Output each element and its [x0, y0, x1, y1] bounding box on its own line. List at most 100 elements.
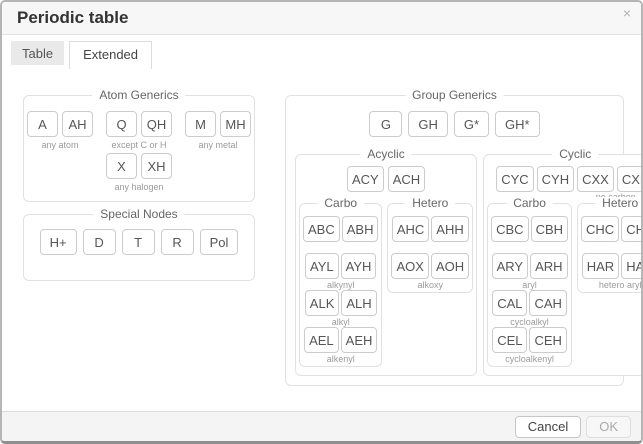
- left-column: Atom Generics A AH any atom Q QH: [23, 95, 255, 281]
- acyclic-row: ACY ACH: [299, 166, 473, 192]
- cyclic-carbo-row-3: CAL CAH cycloalkyl: [491, 290, 568, 327]
- cyclic-carbo-legend: Carbo: [506, 197, 553, 210]
- aryl-caption: aryl: [491, 280, 568, 290]
- cyclic-carbo-caption-1: [491, 243, 568, 253]
- button-arh[interactable]: ARH: [530, 253, 567, 279]
- acyclic-carbo-row-4: AEL AEH alkenyl: [303, 327, 378, 364]
- atom-generics-row-1: A AH any atom Q QH except C or H: [24, 111, 254, 150]
- acyclic-legend: Acyclic: [360, 148, 411, 161]
- group-generics-columns: Acyclic ACY ACH Carbo ABC ABH: [295, 154, 614, 376]
- button-cbh[interactable]: CBH: [531, 216, 568, 242]
- any-atom-caption: any atom: [27, 140, 93, 150]
- button-qh[interactable]: QH: [141, 111, 172, 137]
- button-cel[interactable]: CEL: [492, 327, 527, 353]
- any-metal-caption: any metal: [185, 140, 251, 150]
- button-x[interactable]: X: [106, 153, 137, 179]
- button-abc[interactable]: ABC: [303, 216, 340, 242]
- button-chh[interactable]: CHH: [621, 216, 643, 242]
- button-gh-star[interactable]: GH*: [495, 111, 540, 137]
- any-atom-pair: A AH any atom: [27, 111, 93, 150]
- button-cxh[interactable]: CXH: [617, 166, 643, 192]
- button-cxx[interactable]: CXX: [577, 166, 614, 192]
- cyclic-hetero-group: Hetero CHC CHH HAR: [577, 203, 643, 293]
- button-cal[interactable]: CAL: [492, 290, 527, 316]
- button-ael[interactable]: AEL: [304, 327, 339, 353]
- cycloalkenyl-caption: cycloalkenyl: [491, 354, 568, 364]
- atom-generics-group: Atom Generics A AH any atom Q QH: [23, 95, 255, 202]
- atom-generics-row-2: X XH any halogen: [24, 153, 254, 192]
- button-g[interactable]: G: [369, 111, 402, 137]
- dialog-content: Atom Generics A AH any atom Q QH: [2, 69, 641, 411]
- button-cbc[interactable]: CBC: [491, 216, 528, 242]
- button-a[interactable]: A: [27, 111, 58, 137]
- button-ceh[interactable]: CEH: [529, 327, 566, 353]
- button-har[interactable]: HAR: [582, 253, 619, 279]
- button-pol[interactable]: Pol: [200, 229, 239, 255]
- button-aoh[interactable]: AOH: [431, 253, 469, 279]
- cyclic-carbo-row-4: CEL CEH cycloalkenyl: [491, 327, 568, 364]
- dialog-footer: Cancel OK: [2, 411, 641, 441]
- button-cyc[interactable]: CYC: [496, 166, 533, 192]
- button-hah[interactable]: HAH: [621, 253, 643, 279]
- button-ahc[interactable]: AHC: [392, 216, 429, 242]
- cyclic-legend: Cyclic: [552, 148, 598, 161]
- button-aeh[interactable]: AEH: [341, 327, 378, 353]
- button-ayl[interactable]: AYL: [305, 253, 339, 279]
- acyclic-hetero-group: Hetero AHC AHH AOX: [387, 203, 473, 293]
- close-icon[interactable]: ×: [623, 6, 631, 20]
- button-mh[interactable]: MH: [220, 111, 251, 137]
- acyclic-hetero-row-1: AHC AHH: [391, 216, 469, 253]
- acyclic-carbo-row-3: ALK ALH alkyl: [303, 290, 378, 327]
- acyclic-carbo-caption-1: [303, 243, 378, 253]
- acyclic-hetero-legend: Hetero: [405, 197, 455, 210]
- ok-button[interactable]: OK: [586, 416, 631, 438]
- acyclic-carbo-legend: Carbo: [317, 197, 364, 210]
- button-t[interactable]: T: [122, 229, 155, 255]
- cyclic-row: CYC CYH CXX CXH: [487, 166, 643, 192]
- button-abh[interactable]: ABH: [342, 216, 379, 242]
- any-halogen-pair: X XH any halogen: [106, 153, 172, 192]
- special-nodes-row: H+ D T R Pol: [24, 229, 254, 255]
- button-cah[interactable]: CAH: [529, 290, 566, 316]
- button-h-plus[interactable]: H+: [40, 229, 77, 255]
- cyclic-sub-boxes: Carbo CBC CBH ARY: [487, 203, 643, 367]
- alkoxy-caption: alkoxy: [391, 280, 469, 290]
- acyclic-hetero-row-2: AOX AOH alkoxy: [391, 253, 469, 290]
- cycloalkyl-caption: cycloalkyl: [491, 317, 568, 327]
- cyclic-hetero-row-2: HAR HAH hetero aryl: [581, 253, 643, 290]
- button-chc[interactable]: CHC: [581, 216, 619, 242]
- button-m[interactable]: M: [185, 111, 216, 137]
- button-ach[interactable]: ACH: [388, 166, 425, 192]
- dialog-header: Periodic table ×: [2, 2, 641, 35]
- cancel-button[interactable]: Cancel: [515, 416, 581, 438]
- button-acy[interactable]: ACY: [347, 166, 384, 192]
- acyclic-hetero-caption-1: [391, 243, 469, 253]
- tab-table[interactable]: Table: [11, 41, 64, 65]
- button-alh[interactable]: ALH: [341, 290, 376, 316]
- button-alk[interactable]: ALK: [305, 290, 340, 316]
- button-r[interactable]: R: [161, 229, 194, 255]
- button-ah[interactable]: AH: [62, 111, 93, 137]
- button-aox[interactable]: AOX: [391, 253, 428, 279]
- button-cyh[interactable]: CYH: [537, 166, 574, 192]
- acyclic-carbo-group: Carbo ABC ABH AYL: [299, 203, 382, 367]
- tab-bar: Table Extended: [2, 35, 641, 69]
- button-g-star[interactable]: G*: [454, 111, 489, 137]
- periodic-table-dialog: Periodic table × Table Extended Atom Gen…: [0, 0, 643, 444]
- cyclic-hetero-legend: Hetero: [595, 197, 643, 210]
- acyclic-carbo-row-1: ABC ABH: [303, 216, 378, 253]
- dialog-title: Periodic table: [17, 8, 128, 28]
- button-ahh[interactable]: AHH: [431, 216, 468, 242]
- tab-extended[interactable]: Extended: [69, 41, 152, 69]
- except-c-or-h-pair: Q QH except C or H: [106, 111, 172, 150]
- acyclic-group: Acyclic ACY ACH Carbo ABC ABH: [295, 154, 477, 376]
- any-metal-pair: M MH any metal: [185, 111, 251, 150]
- button-q[interactable]: Q: [106, 111, 137, 137]
- alkynyl-caption: alkynyl: [303, 280, 378, 290]
- button-xh[interactable]: XH: [141, 153, 172, 179]
- button-gh[interactable]: GH: [408, 111, 448, 137]
- button-ayh[interactable]: AYH: [341, 253, 377, 279]
- acyclic-sub-boxes: Carbo ABC ABH AYL: [299, 203, 473, 367]
- button-ary[interactable]: ARY: [492, 253, 529, 279]
- button-d[interactable]: D: [83, 229, 116, 255]
